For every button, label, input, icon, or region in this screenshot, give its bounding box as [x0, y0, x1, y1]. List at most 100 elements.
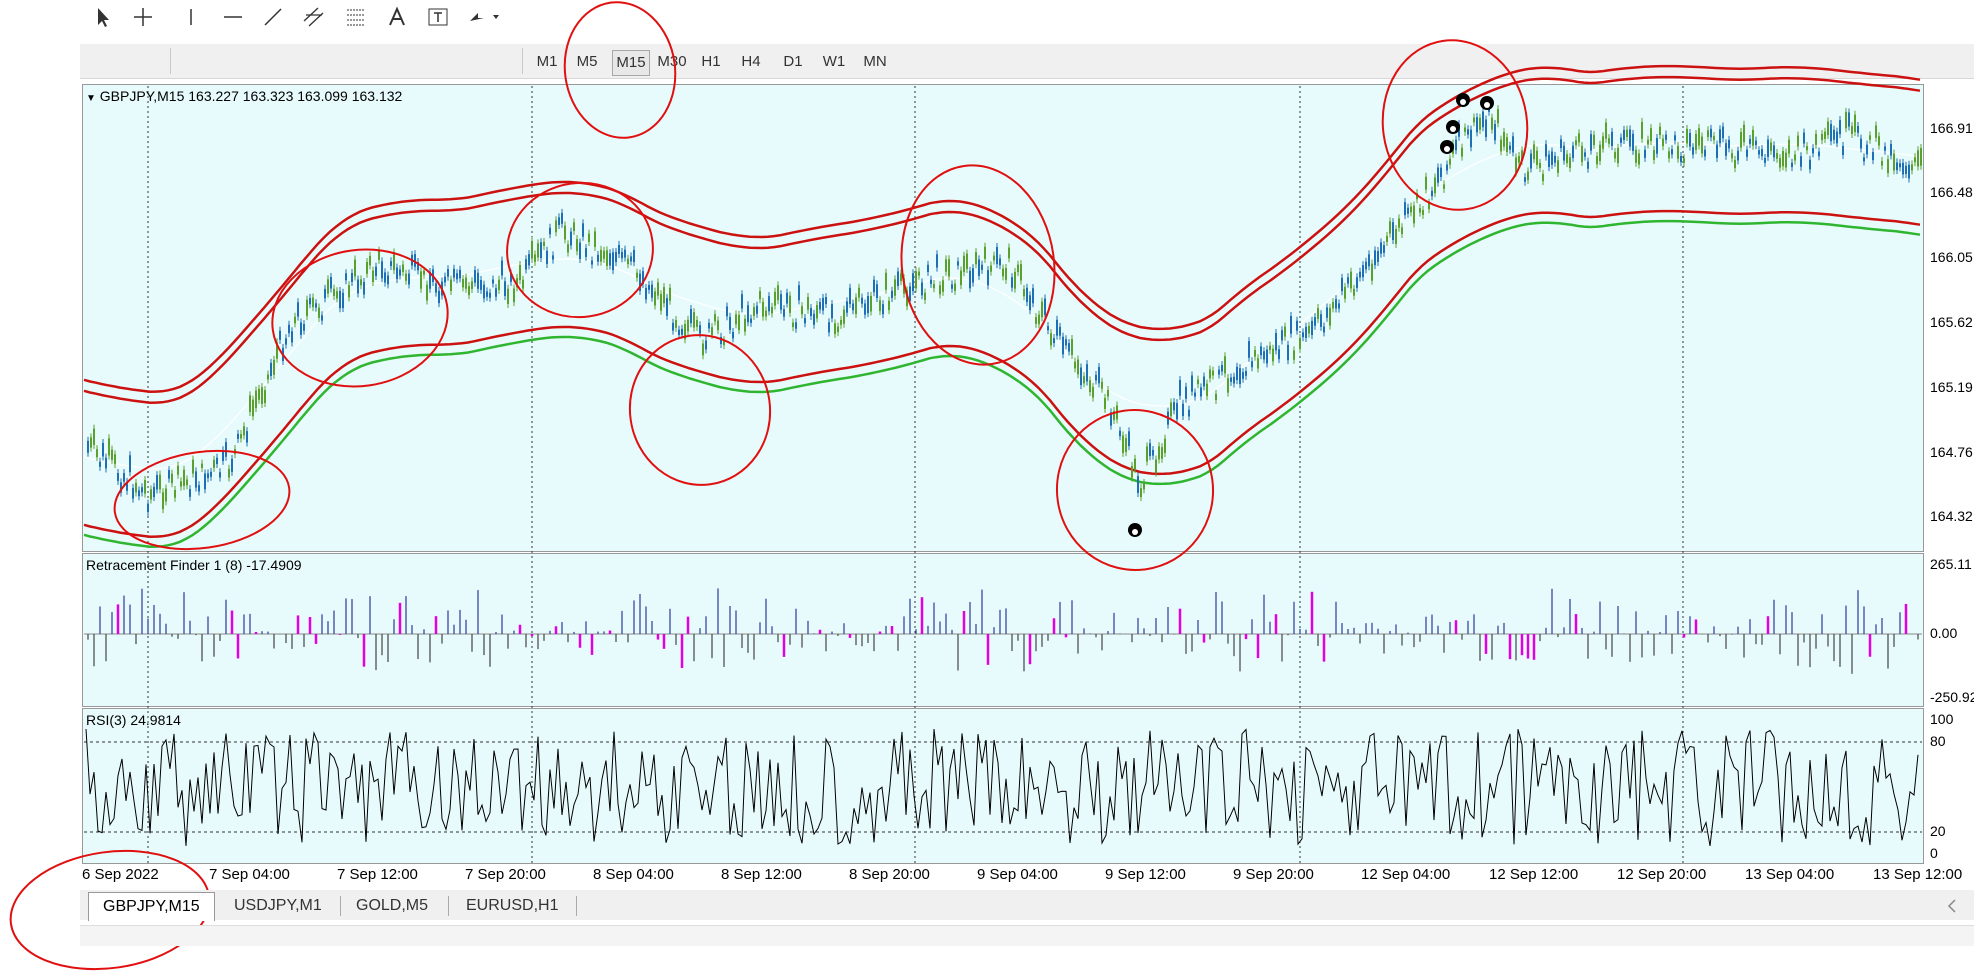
- candle-body: [525, 259, 527, 270]
- candle-body: [1236, 366, 1238, 381]
- candle-body: [648, 284, 650, 290]
- candle-body: [855, 297, 857, 315]
- candle-body: [1554, 155, 1556, 163]
- candle-body: [1563, 145, 1565, 161]
- candle-body: [1401, 227, 1403, 234]
- candle-body: [228, 468, 230, 478]
- candle-body: [1668, 151, 1670, 159]
- candle-body: [1731, 153, 1733, 159]
- candle-body: [342, 292, 344, 309]
- candle-body: [843, 309, 845, 324]
- candle-body: [825, 297, 827, 305]
- candle-body: [408, 273, 410, 285]
- price-scale-label: 166.48: [1930, 184, 1973, 200]
- candle-body: [762, 301, 764, 317]
- candle-body: [738, 315, 740, 331]
- candle-body: [1902, 162, 1904, 175]
- candle-body: [1593, 134, 1595, 146]
- candle-body: [1347, 277, 1349, 284]
- tab-gbpjpy-m15[interactable]: GBPJPY,M15: [88, 892, 215, 921]
- candle-body: [498, 279, 500, 290]
- candle-body: [1128, 431, 1130, 447]
- collapse-triangle-icon[interactable]: ▼: [86, 93, 96, 104]
- candle-body: [1839, 120, 1841, 135]
- candle-body: [591, 260, 593, 265]
- candle-body: [1812, 148, 1814, 154]
- candle-body: [357, 279, 359, 294]
- candle-body: [807, 297, 809, 310]
- candle-body: [321, 315, 323, 321]
- candle-body: [348, 285, 350, 298]
- candle-body: [96, 449, 98, 458]
- candle-body: [780, 294, 782, 310]
- candle-body: [135, 482, 137, 493]
- tab-usdjpy-m1[interactable]: USDJPY,M1: [220, 892, 336, 920]
- candle-body: [354, 259, 356, 277]
- candle-body: [444, 276, 446, 283]
- candle-body: [861, 297, 863, 304]
- candle-body: [1233, 376, 1235, 384]
- candle-body: [1221, 364, 1223, 372]
- candle-body: [1260, 346, 1262, 356]
- candle-body: [1860, 138, 1862, 149]
- candle-body: [822, 297, 824, 311]
- candle-body: [1275, 332, 1277, 351]
- candle-body: [420, 271, 422, 289]
- candle-body: [1137, 476, 1139, 493]
- candle-body: [1497, 109, 1499, 124]
- candle-body: [1431, 190, 1433, 197]
- candle-body: [1908, 164, 1910, 179]
- candle-body: [1659, 126, 1661, 136]
- candle-body: [939, 285, 941, 295]
- candle-body: [336, 291, 338, 299]
- candle-body: [306, 299, 308, 317]
- candle-body: [621, 251, 623, 259]
- candle-body: [546, 250, 548, 264]
- candle-body: [1701, 136, 1703, 154]
- candle-body: [927, 264, 929, 272]
- candle-body: [636, 272, 638, 278]
- candle-body: [1278, 349, 1280, 360]
- candle-body: [243, 426, 245, 436]
- candle-body: [1140, 488, 1142, 498]
- candle-body: [1599, 144, 1601, 162]
- candle-body: [399, 269, 401, 276]
- candle-body: [1662, 138, 1664, 147]
- candle-body: [834, 323, 836, 335]
- candle-body: [627, 258, 629, 265]
- candle-body: [930, 279, 932, 284]
- candle-body: [1827, 121, 1829, 136]
- candle-body: [1338, 303, 1340, 309]
- candle-body: [1179, 380, 1181, 396]
- candle-body: [1101, 381, 1103, 389]
- candle-body: [1014, 271, 1016, 289]
- candle-body: [1353, 288, 1355, 296]
- candle-body: [1590, 134, 1592, 151]
- time-axis-label: 7 Sep 04:00: [209, 866, 290, 883]
- candle-body: [1833, 129, 1835, 140]
- candle-body: [852, 303, 854, 311]
- candle-body: [885, 272, 887, 290]
- candle-body: [1422, 210, 1424, 215]
- candle-body: [426, 284, 428, 301]
- candle-body: [1830, 123, 1832, 142]
- tab-scroll-left-icon[interactable]: [1942, 892, 1962, 920]
- tab-gold-m5[interactable]: GOLD,M5: [342, 892, 442, 920]
- candle-body: [696, 320, 698, 327]
- candle-body: [87, 440, 89, 453]
- candle-body: [1425, 176, 1427, 190]
- candle-body: [1623, 129, 1625, 140]
- candle-body: [219, 472, 221, 478]
- candle-body: [1692, 147, 1694, 155]
- candle-body: [1470, 129, 1472, 148]
- candle-body: [294, 316, 296, 324]
- time-axis-label: 8 Sep 12:00: [721, 866, 802, 883]
- candle-body: [405, 273, 407, 281]
- tab-eurusd-h1[interactable]: EURUSD,H1: [452, 892, 572, 920]
- candle-body: [1173, 402, 1175, 411]
- candle-body: [1698, 128, 1700, 146]
- candle-body: [813, 313, 815, 325]
- candle-body: [1725, 143, 1727, 156]
- candle-body: [672, 322, 674, 331]
- candle-body: [771, 306, 773, 314]
